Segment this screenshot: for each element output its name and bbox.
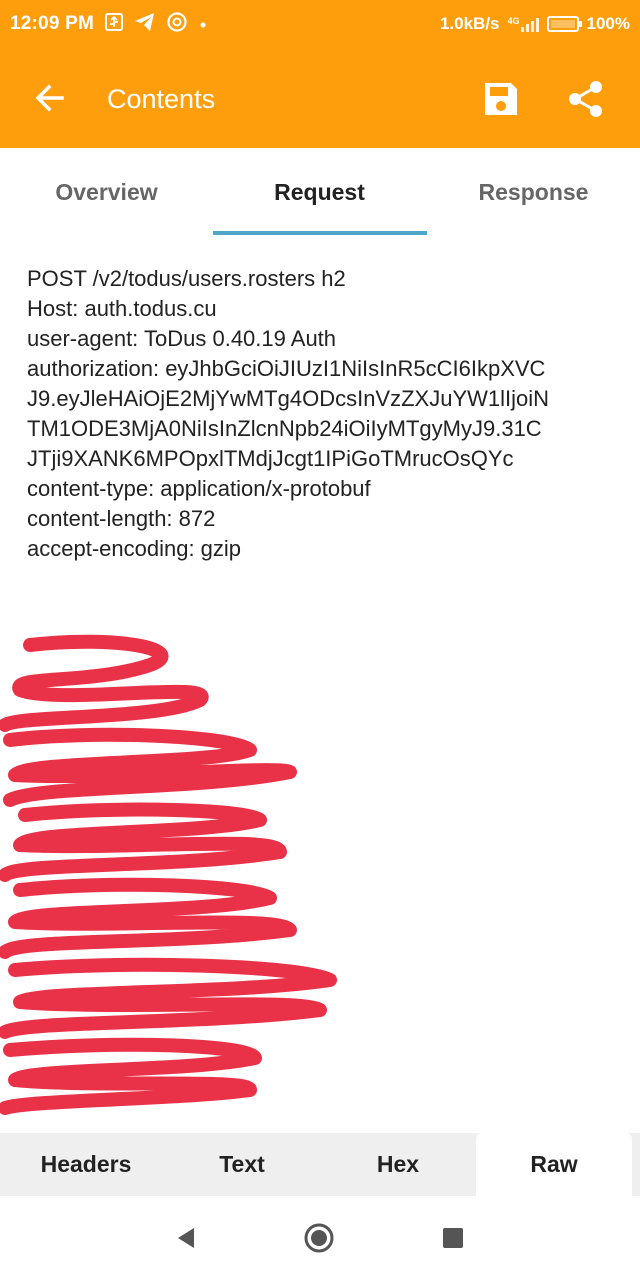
page-title: Contents <box>107 84 216 114</box>
tab-headers[interactable]: Headers <box>8 1133 164 1196</box>
tab-indicator <box>213 231 427 235</box>
tab-raw[interactable]: Raw <box>476 1133 632 1196</box>
header-accept-encoding: accept-encoding: gzip <box>27 536 242 561</box>
nav-home-button[interactable] <box>303 1222 335 1254</box>
save-icon <box>485 83 517 115</box>
share-icon <box>569 81 602 117</box>
telegram-icon <box>134 12 156 37</box>
header-user-agent: user-agent: ToDus 0.40.19 Auth <box>27 326 337 351</box>
net-speed: 1.0kB/s <box>439 14 500 33</box>
tab-text[interactable]: Text <box>164 1133 320 1196</box>
battery-level: 100% <box>586 14 630 33</box>
redacted-scribble <box>0 634 337 1115</box>
status-notification-icons <box>104 11 208 38</box>
view-mode-tabs: Headers Text Hex Raw <box>0 1133 640 1196</box>
header-host: Host: auth.todus.cu <box>27 296 217 321</box>
save-button[interactable] <box>481 79 521 119</box>
header-content-type: content-type: application/x-protobuf <box>27 476 371 501</box>
back-button[interactable] <box>30 78 70 118</box>
nav-back-button[interactable] <box>170 1222 202 1254</box>
status-right-group: 1.0kB/s 4G 100% <box>440 14 630 34</box>
share-button[interactable] <box>566 79 606 119</box>
status-bar: 12:09 PM 1.0kB/s 4G 100% <box>0 0 640 48</box>
system-nav-bar <box>0 1196 640 1280</box>
nav-back-icon <box>178 1228 194 1248</box>
usb-icon <box>104 12 124 37</box>
app-notification-icon <box>166 11 188 38</box>
status-time: 12:09 PM <box>10 13 94 34</box>
header-authorization-cont: J9.eyJleHAiOjE2MjYwMTg4ODcsInVzZXJuYW1lI… <box>27 386 550 411</box>
tab-overview[interactable]: Overview <box>0 148 213 236</box>
battery-charging-icon <box>546 16 582 32</box>
header-authorization-cont: TM1ODE3MjA0NiIsInZlcnNpb24iOiIyMTgyMyJ9.… <box>27 416 542 441</box>
request-line: POST /v2/todus/users.rosters h2 <box>27 266 346 291</box>
dot-icon <box>198 14 208 35</box>
header-authorization: authorization: eyJhbGciOiJIUzI1NiIsInR5c… <box>27 356 546 381</box>
header-content-length: content-length: 872 <box>27 506 216 531</box>
tab-hex[interactable]: Hex <box>320 1133 476 1196</box>
app-bar: Contents <box>0 48 640 148</box>
nav-home-icon <box>304 1223 334 1253</box>
tab-response[interactable]: Response <box>427 148 640 236</box>
tab-request[interactable]: Request <box>213 148 426 236</box>
network-type: 4G <box>507 16 520 26</box>
header-authorization-cont: JTji9XANK6MPOpxlTMdjJcgt1IPiGoTMrucOsQYc <box>27 446 514 471</box>
signal-icon: 4G <box>508 16 539 32</box>
nav-recents-icon <box>443 1228 463 1248</box>
content-tabs: Overview Request Response <box>0 148 640 236</box>
nav-recents-button[interactable] <box>437 1222 469 1254</box>
arrow-left-icon <box>35 84 64 112</box>
request-raw-content: POST /v2/todus/users.rosters h2 Host: au… <box>27 264 627 564</box>
